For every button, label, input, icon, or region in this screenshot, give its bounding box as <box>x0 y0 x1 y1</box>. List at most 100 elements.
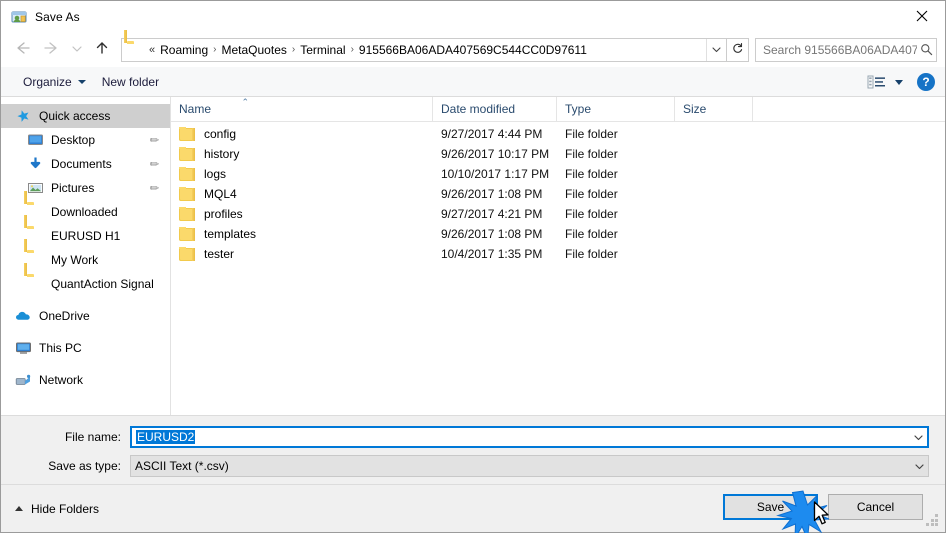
this-pc-icon <box>15 340 32 356</box>
new-folder-button[interactable]: New folder <box>94 70 167 94</box>
resize-grip-icon[interactable] <box>926 514 940 528</box>
hide-folders-button[interactable]: Hide Folders <box>15 502 99 516</box>
save-as-dialog: Save As « Roaming › MetaQuotes › Termina… <box>0 0 946 533</box>
file-name-label: templates <box>204 227 257 241</box>
save-button-label: Save <box>756 500 785 514</box>
folder-icon <box>179 247 195 261</box>
column-header-label: Type <box>565 102 592 116</box>
command-bar-right: ? <box>867 67 935 97</box>
file-type-cell: File folder <box>565 167 618 181</box>
help-icon[interactable]: ? <box>917 73 935 91</box>
column-header-label: Size <box>683 102 707 116</box>
table-row[interactable]: config 9/27/2017 4:44 PM File folder <box>171 124 945 144</box>
save-as-type-chevron-down-icon[interactable] <box>911 462 928 471</box>
table-row[interactable]: history 9/26/2017 10:17 PM File folder <box>171 144 945 164</box>
file-date-cell: 9/26/2017 1:08 PM <box>441 227 543 241</box>
file-name-cell: config <box>171 127 433 141</box>
file-name-cell: profiles <box>171 207 433 221</box>
column-header-size[interactable]: Size <box>675 96 753 122</box>
sidebar-item-label: OneDrive <box>39 309 90 323</box>
up-arrow-icon <box>94 40 110 59</box>
file-type-cell: File folder <box>565 147 618 161</box>
breadcrumb-item-terminal[interactable]: Terminal <box>297 43 348 57</box>
chevron-down-icon <box>711 43 722 57</box>
file-date-cell: 10/4/2017 1:35 PM <box>441 247 543 261</box>
sidebar-item-onedrive[interactable]: OneDrive <box>1 304 170 328</box>
breadcrumb-overflow[interactable]: « <box>147 44 157 56</box>
sidebar-item-desktop[interactable]: Desktop ✐ <box>1 128 170 152</box>
recent-locations-button[interactable] <box>67 36 87 64</box>
sidebar-item-label: Downloaded <box>51 205 118 219</box>
chevron-down-icon <box>77 79 86 84</box>
table-row[interactable]: tester 10/4/2017 1:35 PM File folder <box>171 244 945 264</box>
table-row[interactable]: templates 9/26/2017 1:08 PM File folder <box>171 224 945 244</box>
sidebar-item-label: EURUSD H1 <box>51 229 121 243</box>
file-name-dropdown-chevron-down-icon[interactable] <box>910 433 927 442</box>
forward-arrow-icon <box>43 41 61 58</box>
sidebar-item-quick-access[interactable]: Quick access <box>1 104 170 128</box>
back-button[interactable] <box>7 36 37 64</box>
refresh-button[interactable] <box>726 38 748 61</box>
sidebar-item-documents[interactable]: Documents ✐ <box>1 152 170 176</box>
chevron-up-icon <box>15 506 23 511</box>
sidebar-item-this-pc[interactable]: This PC <box>1 336 170 360</box>
column-header-type[interactable]: Type <box>557 96 675 122</box>
save-button[interactable]: Save <box>723 494 818 520</box>
file-name-cell: tester <box>171 247 433 261</box>
search-input[interactable]: Search 915566BA06ADA40756... <box>756 43 917 57</box>
file-date-cell: 10/10/2017 1:17 PM <box>441 167 550 181</box>
sidebar-item-label: My Work <box>51 253 99 267</box>
up-button[interactable] <box>87 36 117 64</box>
file-name-label: profiles <box>204 207 243 221</box>
view-options-chevron-down-icon[interactable] <box>895 79 903 85</box>
cancel-button-label: Cancel <box>856 500 895 514</box>
file-type-cell: File folder <box>565 227 618 241</box>
star-pin-icon <box>15 108 32 124</box>
folder-icon <box>27 276 44 292</box>
sidebar-item-label: Pictures <box>51 181 95 195</box>
file-name-input[interactable]: EURUSD2 <box>130 426 929 448</box>
table-row[interactable]: logs 10/10/2017 1:17 PM File folder <box>171 164 945 184</box>
view-layout-icon[interactable] <box>867 74 887 90</box>
pin-icon: ✐ <box>145 180 161 196</box>
save-as-icon <box>11 9 27 25</box>
address-bar[interactable]: « Roaming › MetaQuotes › Terminal › 9155… <box>121 37 749 62</box>
column-header-name[interactable]: ⌃ Name <box>171 96 433 122</box>
action-buttons: Save Cancel <box>723 494 923 520</box>
save-as-type-select[interactable]: ASCII Text (*.csv) <box>130 455 929 477</box>
file-type-cell: File folder <box>565 247 618 261</box>
forward-button[interactable] <box>37 36 67 64</box>
table-row[interactable]: profiles 9/27/2017 4:21 PM File folder <box>171 204 945 224</box>
close-icon <box>916 10 928 22</box>
column-header-date-modified[interactable]: Date modified <box>433 96 557 122</box>
sidebar-item-quantaction-signal[interactable]: QuantAction Signal <box>1 272 170 296</box>
search-box[interactable]: Search 915566BA06ADA40756... <box>755 37 937 62</box>
sidebar-item-network[interactable]: Network <box>1 368 170 392</box>
navigation-sidebar: Quick access Desktop ✐ Documents ✐ Pictu… <box>1 97 171 415</box>
chevron-down-icon <box>71 43 83 57</box>
breadcrumb-item-terminal-id[interactable]: 915566BA06ADA407569C544CC0D97611 <box>356 43 590 57</box>
file-name-label: config <box>204 127 237 141</box>
organize-button[interactable]: Organize <box>15 70 94 94</box>
file-name-value: EURUSD2 <box>136 430 196 444</box>
back-arrow-icon <box>13 41 31 58</box>
close-button[interactable] <box>899 1 945 31</box>
folder-icon <box>179 167 195 181</box>
folder-icon <box>27 228 44 244</box>
table-row[interactable]: MQL4 9/26/2017 1:08 PM File folder <box>171 184 945 204</box>
hide-folders-label: Hide Folders <box>31 501 100 516</box>
file-list-rows: config 9/27/2017 4:44 PM File folder his… <box>171 122 945 415</box>
desktop-icon <box>27 132 44 148</box>
file-date-cell: 9/27/2017 4:44 PM <box>441 127 543 141</box>
breadcrumb-item-roaming[interactable]: Roaming <box>157 43 211 57</box>
address-dropdown-button[interactable] <box>706 38 726 61</box>
breadcrumb-separator[interactable]: › <box>349 44 356 55</box>
search-icon <box>917 43 936 56</box>
column-header-label: Name <box>179 102 212 116</box>
breadcrumb-item-metaquotes[interactable]: MetaQuotes <box>219 43 290 57</box>
pin-icon: ✐ <box>145 156 161 172</box>
breadcrumb-separator[interactable]: › <box>290 44 297 55</box>
column-header-label: Date modified <box>441 102 516 116</box>
breadcrumb-separator[interactable]: › <box>211 44 218 55</box>
cancel-button[interactable]: Cancel <box>828 494 923 520</box>
